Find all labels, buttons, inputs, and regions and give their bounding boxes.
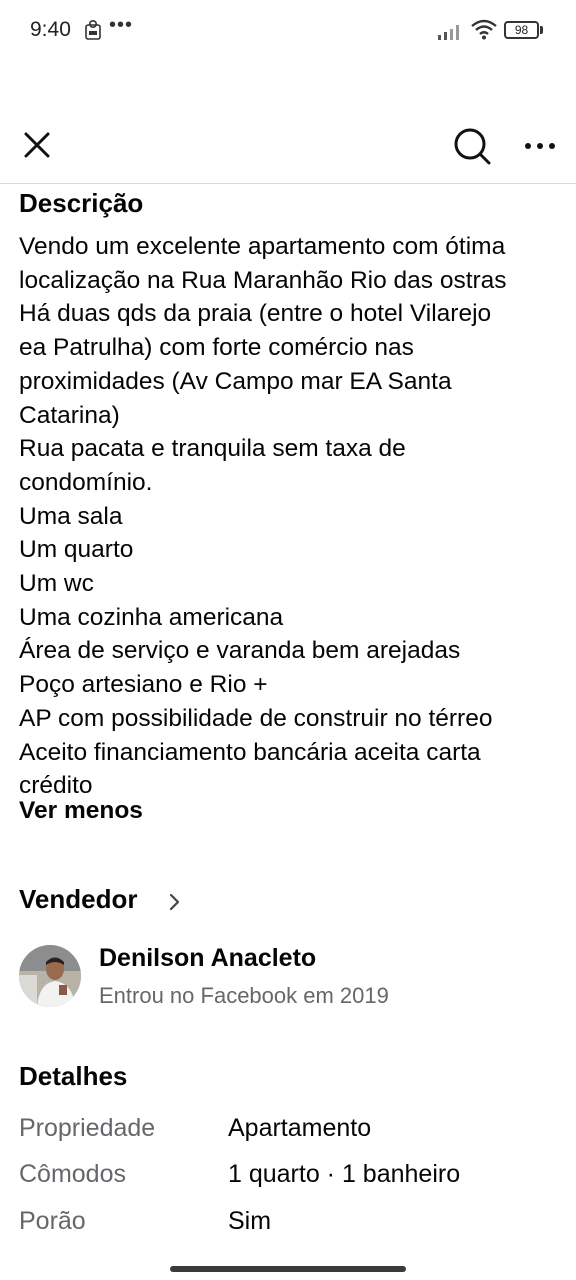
description-line: Uma sala bbox=[19, 502, 123, 530]
detail-label-rooms: Cômodos bbox=[19, 1160, 126, 1188]
chevron-right-icon bbox=[169, 893, 180, 911]
description-line: Vendo um excelente apartamento com ótima bbox=[19, 233, 506, 260]
description-line: localização na Rua Maranhão Rio das ostr… bbox=[19, 266, 507, 294]
wifi-icon bbox=[471, 19, 497, 40]
description-line: Um quarto bbox=[19, 536, 134, 564]
signal-icon bbox=[438, 25, 459, 40]
detail-label-basement: Porão bbox=[19, 1207, 86, 1235]
see-less-link[interactable]: Ver menos bbox=[19, 797, 143, 825]
description-line: proximidades (Av Campo mar EA Santa bbox=[19, 367, 452, 395]
close-icon[interactable] bbox=[18, 126, 58, 166]
battery-level: 98 bbox=[504, 21, 539, 39]
details-heading: Detalhes bbox=[19, 1061, 128, 1091]
seller-section-header[interactable]: Vendedor bbox=[19, 884, 219, 920]
description-line: Rua pacata e tranquila sem taxa de bbox=[19, 435, 406, 463]
status-time: 9:40 bbox=[30, 18, 71, 41]
more-horizontal-icon[interactable] bbox=[520, 132, 560, 160]
description-heading: Descrição bbox=[19, 188, 144, 218]
description-line: AP com possibilidade de construir no tér… bbox=[19, 704, 493, 732]
description-line: Uma cozinha americana bbox=[19, 603, 284, 631]
top-toolbar bbox=[0, 110, 576, 184]
description-line: condomínio. bbox=[19, 468, 153, 496]
notification-app-icon bbox=[85, 19, 101, 40]
description-line: Um wc bbox=[19, 570, 94, 598]
description-line: Catarina) bbox=[19, 401, 120, 429]
seller-heading: Vendedor bbox=[19, 884, 138, 914]
search-icon[interactable] bbox=[450, 124, 494, 168]
status-bar: 9:40 ••• 98 bbox=[0, 0, 576, 62]
description-line: Há duas qds da praia (entre o hotel Vila… bbox=[19, 300, 492, 328]
detail-value-basement: Sim bbox=[228, 1207, 272, 1235]
description-text: Vendo um excelente apartamento com ótima… bbox=[19, 230, 564, 803]
battery-cap bbox=[540, 26, 543, 34]
seller-joined-text: Entrou no Facebook em 2019 bbox=[99, 983, 389, 1008]
description-line: Área de serviço e varanda bem arejadas bbox=[19, 637, 461, 665]
detail-label-property: Propriedade bbox=[19, 1114, 156, 1142]
detail-value-rooms: 1 quarto · 1 banheiro bbox=[228, 1160, 461, 1188]
description-line: Aceito financiamento bancária aceita car… bbox=[19, 738, 481, 766]
description-line: ea Patrulha) com forte comércio nas bbox=[19, 334, 414, 362]
seller-name[interactable]: Denilson Anacleto bbox=[99, 944, 316, 973]
avatar-photo bbox=[19, 945, 81, 1007]
battery-icon: 98 bbox=[504, 21, 544, 39]
status-more-dots: ••• bbox=[109, 14, 134, 36]
description-line: Poço artesiano e Rio + bbox=[19, 671, 268, 699]
home-indicator[interactable] bbox=[170, 1266, 406, 1272]
detail-value-property: Apartamento bbox=[228, 1114, 372, 1142]
seller-avatar[interactable] bbox=[19, 945, 81, 1007]
